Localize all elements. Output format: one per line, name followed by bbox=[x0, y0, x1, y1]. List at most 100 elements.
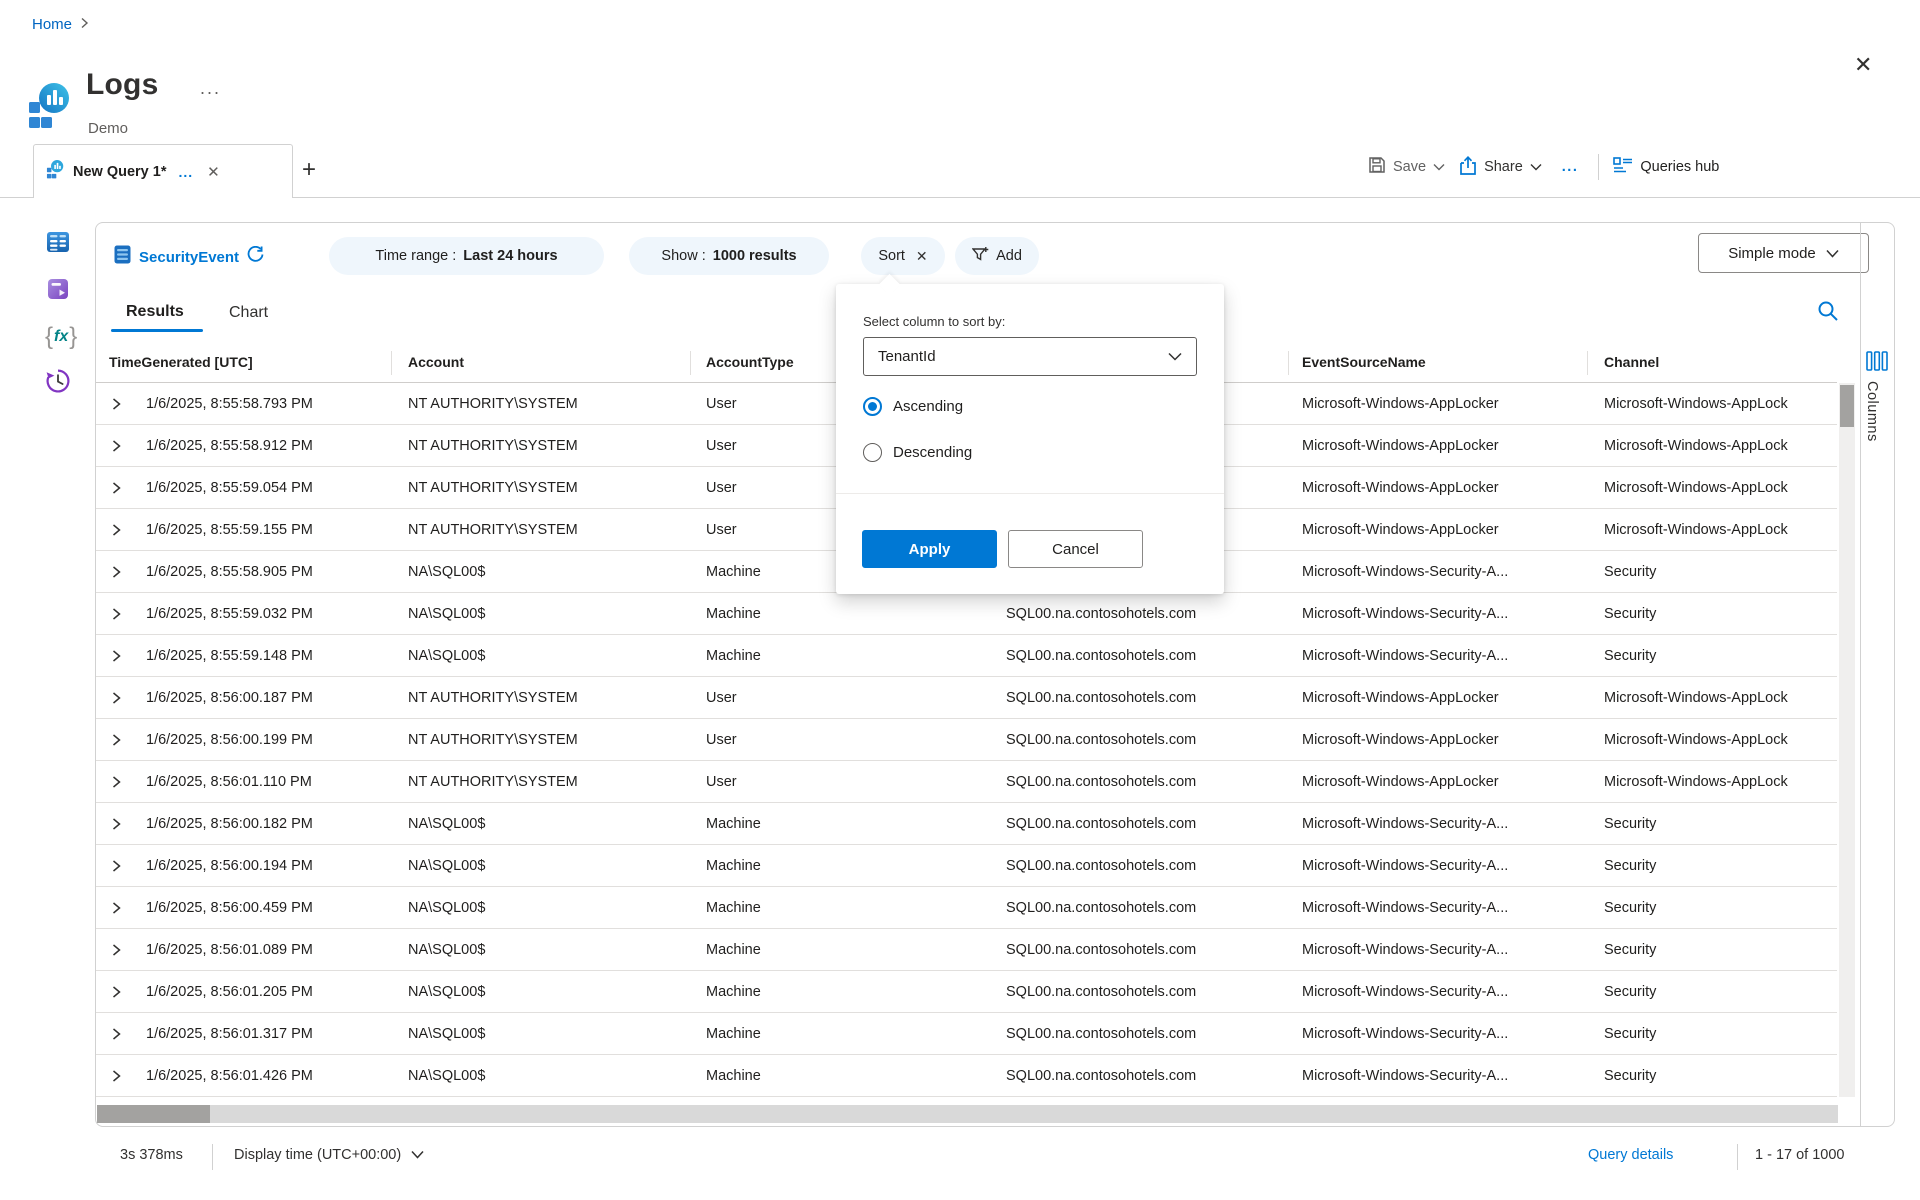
row-expand-chevron-icon[interactable] bbox=[96, 397, 136, 411]
cell-channel: Microsoft-Windows-AppLock bbox=[1604, 396, 1837, 412]
display-time-dropdown[interactable]: Display time (UTC+00:00) bbox=[234, 1147, 424, 1163]
time-range-pill[interactable]: Time range : Last 24 hours bbox=[329, 237, 604, 275]
radio-unselected-icon[interactable] bbox=[863, 443, 882, 462]
row-expand-chevron-icon[interactable] bbox=[96, 691, 136, 705]
cell-channel: Microsoft-Windows-AppLock bbox=[1604, 438, 1837, 454]
cell-account: NA\SQL00$ bbox=[408, 564, 706, 580]
cell-event_source: Microsoft-Windows-AppLocker bbox=[1302, 690, 1604, 706]
vertical-scrollbar-thumb[interactable] bbox=[1840, 385, 1854, 427]
row-expand-chevron-icon[interactable] bbox=[96, 439, 136, 453]
cell-channel: Microsoft-Windows-AppLock bbox=[1604, 732, 1837, 748]
source-table-name[interactable]: SecurityEvent bbox=[139, 249, 239, 266]
cell-event_source: Microsoft-Windows-AppLocker bbox=[1302, 522, 1604, 538]
toolbar-more-button[interactable]: ... bbox=[1556, 159, 1585, 175]
show-results-pill[interactable]: Show : 1000 results bbox=[629, 237, 829, 275]
breadcrumb-home-link[interactable]: Home bbox=[32, 16, 72, 33]
cell-computer: SQL00.na.contosohotels.com bbox=[1006, 858, 1302, 874]
sidebar-functions-icon[interactable]: {fx} bbox=[45, 323, 77, 351]
time-range-label: Time range : bbox=[375, 248, 456, 264]
row-expand-chevron-icon[interactable] bbox=[96, 733, 136, 747]
table-row: 1/6/2025, 8:56:01.317 PMNA\SQL00$Machine… bbox=[96, 1013, 1837, 1055]
cell-account_type: Machine bbox=[706, 816, 1006, 832]
row-expand-chevron-icon[interactable] bbox=[96, 775, 136, 789]
tab-close-icon[interactable]: ✕ bbox=[207, 163, 220, 181]
add-filter-pill[interactable]: Add bbox=[955, 237, 1039, 275]
sort-remove-icon[interactable]: ✕ bbox=[916, 248, 928, 265]
cancel-button[interactable]: Cancel bbox=[1008, 530, 1143, 568]
sort-pill[interactable]: Sort ✕ bbox=[861, 237, 945, 275]
cell-channel: Microsoft-Windows-AppLock bbox=[1604, 480, 1837, 496]
tab-results[interactable]: Results bbox=[126, 303, 184, 321]
row-expand-chevron-icon[interactable] bbox=[96, 985, 136, 999]
col-header-channel[interactable]: Channel bbox=[1604, 354, 1659, 370]
query-details-link[interactable]: Query details bbox=[1588, 1147, 1673, 1163]
row-expand-chevron-icon[interactable] bbox=[96, 481, 136, 495]
row-expand-chevron-icon[interactable] bbox=[96, 607, 136, 621]
source-table-group: SecurityEvent bbox=[114, 245, 264, 269]
cell-account: NA\SQL00$ bbox=[408, 606, 706, 622]
row-expand-chevron-icon[interactable] bbox=[96, 943, 136, 957]
row-expand-chevron-icon[interactable] bbox=[96, 817, 136, 831]
queries-hub-button[interactable]: Queries hub bbox=[1613, 156, 1719, 178]
search-icon[interactable] bbox=[1816, 299, 1840, 328]
sidebar-queries-icon[interactable] bbox=[45, 276, 71, 307]
apply-button[interactable]: Apply bbox=[862, 530, 997, 568]
sidebar-tables-icon[interactable] bbox=[45, 229, 71, 260]
cell-time: 1/6/2025, 8:56:01.205 PM bbox=[136, 984, 408, 1000]
cell-account: NA\SQL00$ bbox=[408, 1026, 706, 1042]
refresh-icon[interactable] bbox=[247, 246, 264, 268]
breadcrumb-chevron-icon bbox=[80, 16, 89, 33]
row-expand-chevron-icon[interactable] bbox=[96, 1069, 136, 1083]
tab-new-query-1[interactable]: New Query 1* ... ✕ bbox=[33, 144, 293, 198]
page-title-more-button[interactable]: ... bbox=[200, 78, 221, 99]
col-header-accounttype[interactable]: AccountType bbox=[706, 354, 794, 370]
horizontal-scrollbar[interactable] bbox=[97, 1105, 1838, 1123]
show-value: 1000 results bbox=[713, 248, 797, 264]
sort-popup-title: Select column to sort by: bbox=[863, 314, 1005, 329]
mode-select[interactable]: Simple mode bbox=[1698, 233, 1869, 273]
sort-column-select[interactable]: TenantId bbox=[863, 337, 1197, 376]
horizontal-scrollbar-thumb[interactable] bbox=[97, 1105, 210, 1123]
radio-ascending[interactable]: Ascending bbox=[863, 397, 963, 416]
columns-icon[interactable] bbox=[1866, 351, 1888, 376]
query-tab-icon bbox=[46, 158, 65, 185]
cell-account: NA\SQL00$ bbox=[408, 900, 706, 916]
filter-add-icon bbox=[972, 246, 989, 266]
save-button[interactable]: Save bbox=[1368, 156, 1445, 178]
vertical-scrollbar[interactable] bbox=[1839, 383, 1855, 1097]
active-tab-indicator bbox=[111, 329, 203, 332]
col-header-timegenerated[interactable]: TimeGenerated [UTC] bbox=[109, 354, 253, 370]
columns-rail-tab[interactable]: Columns bbox=[1864, 381, 1880, 442]
cell-event_source: Microsoft-Windows-AppLocker bbox=[1302, 396, 1604, 412]
tab-chart[interactable]: Chart bbox=[229, 304, 268, 322]
cell-event_source: Microsoft-Windows-Security-A... bbox=[1302, 1026, 1604, 1042]
share-button[interactable]: Share bbox=[1459, 156, 1542, 179]
result-range: 1 - 17 of 1000 bbox=[1755, 1147, 1845, 1163]
sidebar-query-history-icon[interactable] bbox=[45, 368, 71, 399]
col-header-account[interactable]: Account bbox=[408, 354, 464, 370]
table-row: 1/6/2025, 8:55:59.148 PMNA\SQL00$Machine… bbox=[96, 635, 1837, 677]
logs-app-icon bbox=[29, 78, 71, 137]
cell-computer: SQL00.na.contosohotels.com bbox=[1006, 816, 1302, 832]
row-expand-chevron-icon[interactable] bbox=[96, 1027, 136, 1041]
row-expand-chevron-icon[interactable] bbox=[96, 523, 136, 537]
row-expand-chevron-icon[interactable] bbox=[96, 649, 136, 663]
display-time-label: Display time (UTC+00:00) bbox=[234, 1147, 401, 1163]
cell-account: NA\SQL00$ bbox=[408, 816, 706, 832]
radio-descending[interactable]: Descending bbox=[863, 443, 972, 462]
row-expand-chevron-icon[interactable] bbox=[96, 859, 136, 873]
cell-event_source: Microsoft-Windows-AppLocker bbox=[1302, 480, 1604, 496]
cell-event_source: Microsoft-Windows-Security-A... bbox=[1302, 816, 1604, 832]
cell-computer: SQL00.na.contosohotels.com bbox=[1006, 606, 1302, 622]
row-expand-chevron-icon[interactable] bbox=[96, 565, 136, 579]
close-blade-icon[interactable]: ✕ bbox=[1854, 52, 1872, 78]
row-expand-chevron-icon[interactable] bbox=[96, 901, 136, 915]
cell-account: NA\SQL00$ bbox=[408, 942, 706, 958]
radio-selected-icon[interactable] bbox=[863, 397, 882, 416]
cell-channel: Security bbox=[1604, 816, 1837, 832]
new-tab-plus-icon[interactable]: + bbox=[302, 156, 316, 184]
table-row: 1/6/2025, 8:56:01.089 PMNA\SQL00$Machine… bbox=[96, 929, 1837, 971]
col-header-eventsourcename[interactable]: EventSourceName bbox=[1302, 354, 1426, 370]
tab-more-button[interactable]: ... bbox=[179, 164, 194, 180]
sort-popup: Select column to sort by: TenantId Ascen… bbox=[836, 284, 1224, 594]
